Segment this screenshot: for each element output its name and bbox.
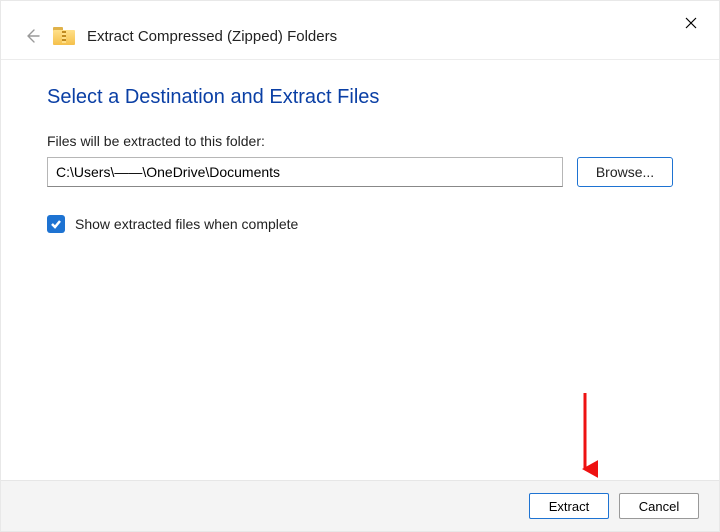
page-heading: Select a Destination and Extract Files: [47, 86, 673, 109]
destination-input[interactable]: [47, 157, 563, 187]
destination-label: Files will be extracted to this folder:: [47, 133, 673, 149]
wizard-content: Select a Destination and Extract Files F…: [1, 60, 719, 480]
back-button[interactable]: [23, 27, 41, 45]
extract-wizard-window: Extract Compressed (Zipped) Folders Sele…: [0, 0, 720, 532]
show-files-checkbox[interactable]: [47, 215, 65, 233]
show-files-label: Show extracted files when complete: [75, 216, 298, 232]
wizard-title: Extract Compressed (Zipped) Folders: [87, 28, 337, 45]
wizard-header: Extract Compressed (Zipped) Folders: [1, 1, 719, 60]
show-files-row: Show extracted files when complete: [47, 215, 673, 233]
zipped-folder-icon: [53, 27, 75, 45]
wizard-footer: Extract Cancel: [1, 480, 719, 531]
close-button[interactable]: [677, 9, 705, 37]
cancel-button[interactable]: Cancel: [619, 493, 699, 519]
browse-button[interactable]: Browse...: [577, 157, 673, 187]
extract-button[interactable]: Extract: [529, 493, 609, 519]
destination-row: Browse...: [47, 157, 673, 187]
